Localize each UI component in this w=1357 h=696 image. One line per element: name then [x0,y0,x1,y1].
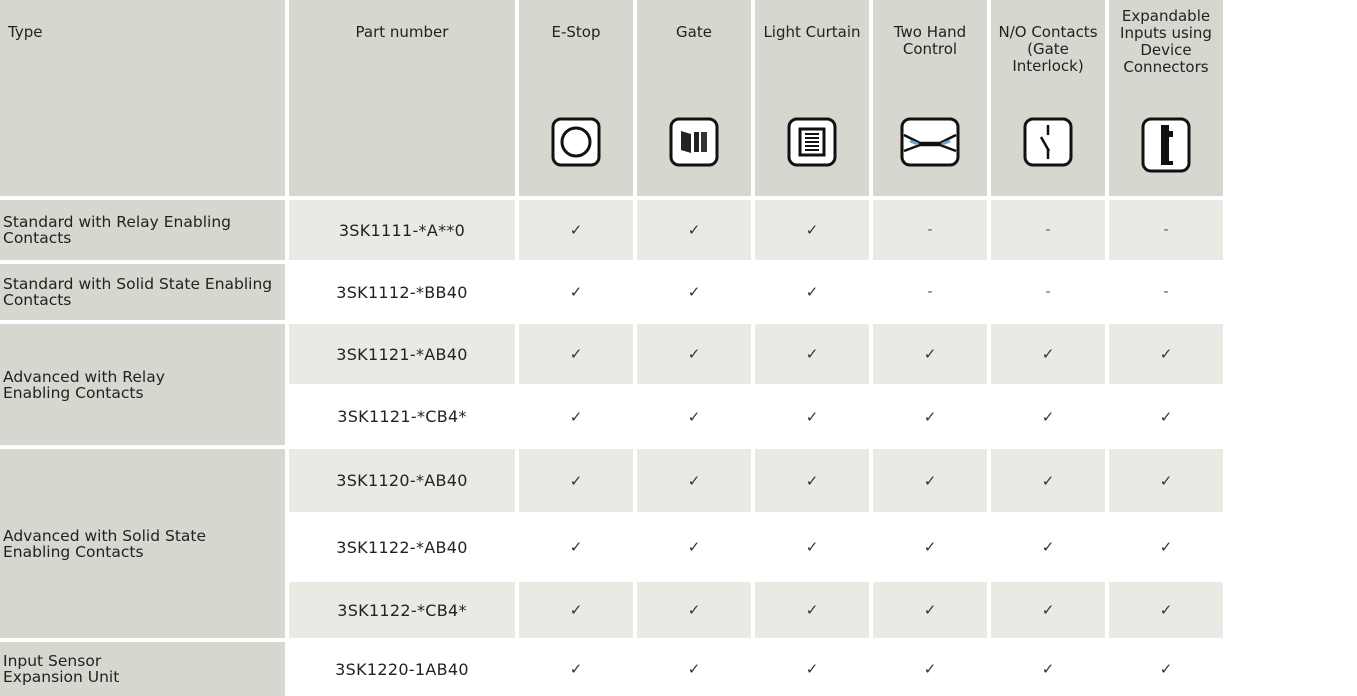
check-mark: ✓ [755,264,869,320]
type-advanced-relay: Advanced with Relay Enabling Contacts [0,324,285,445]
check-mark: ✓ [519,324,633,384]
type-input-sensor-expansion: Input Sensor Expansion Unit [0,642,285,696]
header-part-number: Part number [289,0,515,196]
check-mark: ✓ [519,200,633,260]
check-mark: ✓ [755,388,869,445]
check-mark: ✓ [1109,516,1223,578]
check-mark: ✓ [873,324,987,384]
check-mark: ✓ [637,516,751,578]
check-mark: ✓ [1109,324,1223,384]
check-mark: ✓ [991,324,1105,384]
check-mark: ✓ [991,642,1105,696]
check-mark: ✓ [873,642,987,696]
header-part-number-label: Part number [355,23,449,41]
header-e-stop-label: E-Stop [551,23,601,41]
part-number-cell: 3SK1121-*AB40 [289,324,515,384]
check-mark: ✓ [873,516,987,578]
not-supported-mark: - [873,200,987,260]
header-type-label: Type [8,23,43,41]
check-mark: ✓ [519,516,633,578]
check-mark: ✓ [755,324,869,384]
check-mark: ✓ [637,264,751,320]
header-two-hand-control: Two Hand Control [873,0,987,196]
header-two-hand-control-label: Two Hand Control [893,23,967,58]
check-mark: ✓ [755,642,869,696]
check-mark: ✓ [991,388,1105,445]
type-standard-relay: Standard with Relay Enabling Contacts [0,200,285,260]
check-mark: ✓ [755,449,869,512]
check-mark: ✓ [755,200,869,260]
type-label: Standard with Solid State Enabling Conta… [3,275,273,309]
type-label: Advanced with Relay Enabling Contacts [3,367,165,402]
check-mark: ✓ [637,449,751,512]
check-mark: ✓ [873,388,987,445]
type-advanced-solid-state: Advanced with Solid State Enabling Conta… [0,449,285,638]
check-mark: ✓ [1109,388,1223,445]
header-type: Type [0,0,285,196]
gate-door-icon [669,117,719,167]
not-supported-mark: - [991,264,1105,320]
two-hand-control-icon [900,117,960,167]
part-number-cell: 3SK1122-*CB4* [289,582,515,638]
type-standard-solid-state: Standard with Solid State Enabling Conta… [0,264,285,320]
part-number-cell: 3SK1121-*CB4* [289,388,515,445]
check-mark: ✓ [519,642,633,696]
check-mark: ✓ [1109,642,1223,696]
check-mark: ✓ [755,582,869,638]
safety-relay-table: Type Part number E-Stop Gate Light Curta… [0,0,1357,696]
check-mark: ✓ [519,388,633,445]
check-mark: ✓ [873,582,987,638]
check-mark: ✓ [991,582,1105,638]
type-label: Standard with Relay Enabling Contacts [3,213,231,247]
header-e-stop: E-Stop [519,0,633,196]
check-mark: ✓ [519,582,633,638]
not-supported-mark: - [991,200,1105,260]
check-mark: ✓ [519,449,633,512]
header-gate-label: Gate [676,23,712,41]
not-supported-mark: - [873,264,987,320]
not-supported-mark: - [1109,264,1223,320]
part-number-cell: 3SK1120-*AB40 [289,449,515,512]
e-stop-circle-icon [551,117,601,167]
check-mark: ✓ [991,516,1105,578]
no-contact-switch-icon [1023,117,1073,167]
check-mark: ✓ [637,200,751,260]
check-mark: ✓ [637,388,751,445]
check-mark: ✓ [755,516,869,578]
part-number-cell: 3SK1122-*AB40 [289,516,515,578]
part-number-cell: 3SK1220-1AB40 [289,642,515,696]
check-mark: ✓ [637,642,751,696]
device-connector-icon [1141,117,1191,173]
check-mark: ✓ [991,449,1105,512]
type-label: Input Sensor Expansion Unit [3,652,120,686]
check-mark: ✓ [873,449,987,512]
part-number-cell: 3SK1112-*BB40 [289,264,515,320]
header-expandable-inputs-label: Expandable Inputs using Device Connector… [1120,7,1212,76]
check-mark: ✓ [1109,449,1223,512]
check-mark: ✓ [637,582,751,638]
header-gate: Gate [637,0,751,196]
type-label: Advanced with Solid State Enabling Conta… [3,526,207,561]
header-light-curtain-label: Light Curtain [763,23,861,41]
header-light-curtain: Light Curtain [755,0,869,196]
check-mark: ✓ [1109,582,1223,638]
check-mark: ✓ [519,264,633,320]
header-no-contacts-label: N/O Contacts (Gate Interlock) [998,23,1098,75]
header-no-contacts: N/O Contacts (Gate Interlock) [991,0,1105,196]
header-expandable-inputs: Expandable Inputs using Device Connector… [1109,0,1223,196]
part-number-cell: 3SK1111-*A**0 [289,200,515,260]
not-supported-mark: - [1109,200,1223,260]
light-curtain-icon [787,117,837,167]
check-mark: ✓ [637,324,751,384]
